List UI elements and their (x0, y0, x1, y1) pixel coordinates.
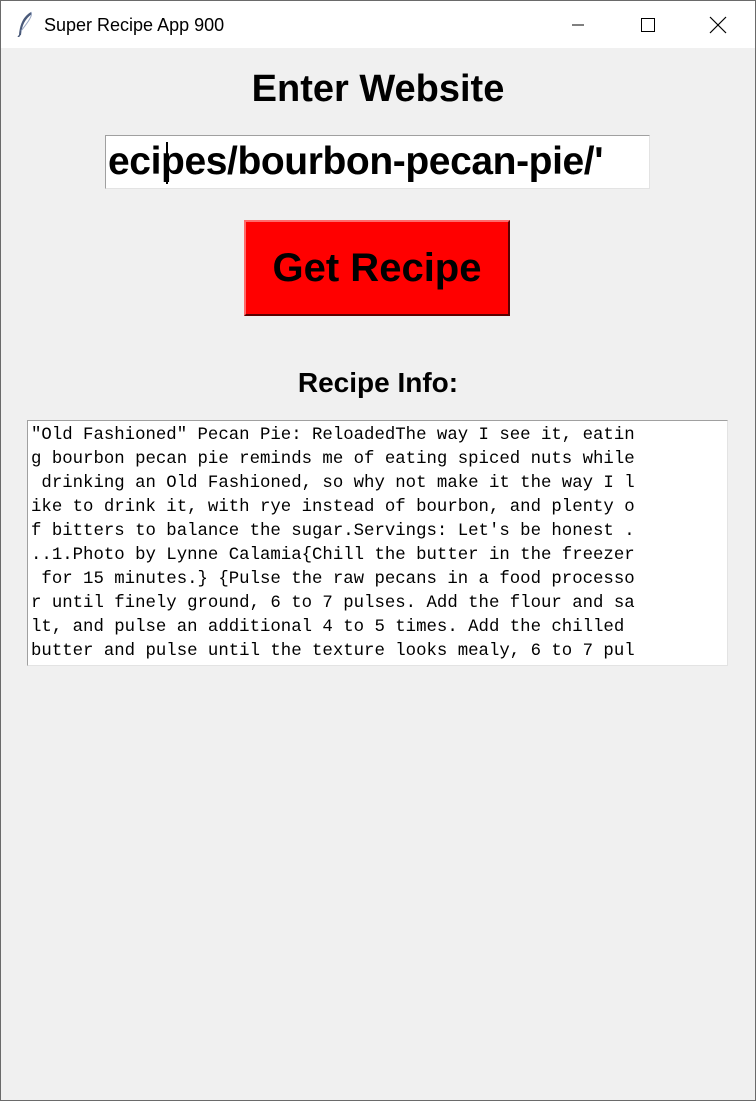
enter-website-heading: Enter Website (251, 68, 505, 110)
app-window: Super Recipe App 900 Enter Website ecipe… (0, 0, 756, 1101)
title-bar[interactable]: Super Recipe App 900 (1, 1, 755, 48)
recipe-info-line: f bitters to balance the sugar.Servings:… (31, 522, 635, 541)
recipe-info-line: g bourbon pecan pie reminds me of eating… (31, 450, 635, 469)
recipe-info-line: "Old Fashioned" Pecan Pie: ReloadedThe w… (31, 426, 635, 445)
recipe-info-line: for 15 minutes.} {Pulse the raw pecans i… (31, 570, 635, 589)
get-recipe-button[interactable]: Get Recipe (244, 220, 510, 316)
text-cursor (166, 142, 168, 184)
recipe-info-line: drinking an Old Fashioned, so why not ma… (31, 474, 635, 493)
minimize-icon (572, 24, 584, 25)
maximize-button[interactable] (613, 1, 683, 48)
close-button[interactable] (683, 1, 753, 48)
minimize-button[interactable] (543, 1, 613, 48)
website-url-input[interactable]: ecipes/bourbon-pecan-pie/' (105, 135, 650, 189)
recipe-info-line: ..1.Photo by Lynne Calamia{Chill the but… (31, 546, 635, 565)
recipe-info-line: lt, and pulse an additional 4 to 5 times… (31, 618, 635, 637)
website-url-value: ecipes/bourbon-pecan-pie/' (108, 140, 604, 183)
recipe-info-line: butter and pulse until the texture looks… (31, 642, 635, 661)
feather-icon (17, 11, 32, 37)
window-title: Super Recipe App 900 (44, 15, 225, 35)
recipe-info-line: r until finely ground, 6 to 7 pulses. Ad… (31, 594, 635, 613)
close-icon (709, 16, 727, 33)
maximize-icon (641, 17, 655, 32)
recipe-info-textbox[interactable]: "Old Fashioned" Pecan Pie: ReloadedThe w… (27, 420, 728, 666)
recipe-info-label: Recipe Info: (297, 367, 459, 398)
recipe-info-line: ike to drink it, with rye instead of bou… (31, 498, 635, 517)
